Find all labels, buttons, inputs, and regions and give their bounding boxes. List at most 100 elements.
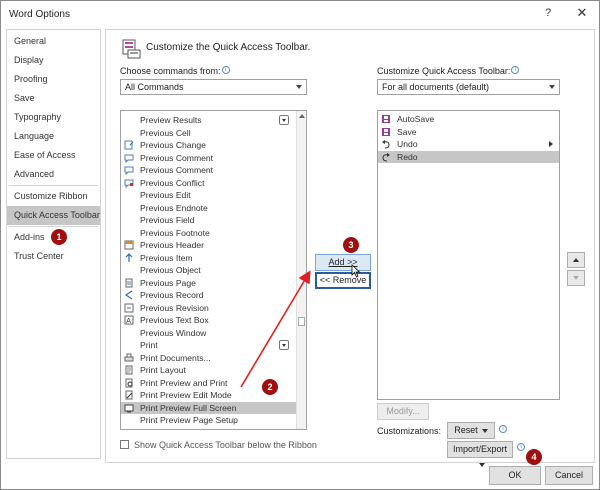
command-item[interactable]: Previous Change bbox=[121, 139, 297, 152]
nav-item-display[interactable]: Display bbox=[7, 51, 100, 70]
previous-change-icon bbox=[124, 140, 134, 150]
customize-qat-select[interactable]: For all documents (default) bbox=[377, 79, 560, 95]
command-item[interactable]: Print bbox=[121, 339, 297, 352]
arrow-up-icon bbox=[573, 258, 579, 262]
mouse-cursor-icon bbox=[351, 264, 361, 278]
command-item[interactable]: Print Preview Full Screen bbox=[121, 401, 297, 414]
window-title: Word Options bbox=[9, 9, 70, 20]
nav-item-ease-of-access[interactable]: Ease of Access bbox=[7, 146, 100, 165]
nav-item-general[interactable]: General bbox=[7, 32, 100, 51]
quick-access-toolbar-icon bbox=[122, 39, 141, 59]
command-item[interactable]: Previous Record bbox=[121, 289, 297, 302]
scroll-thumb[interactable] bbox=[298, 317, 305, 326]
command-item[interactable]: Preview Results bbox=[121, 114, 297, 127]
command-item-label: Previous Header bbox=[140, 240, 205, 250]
chevron-right-icon bbox=[549, 141, 553, 147]
command-item[interactable]: Previous Header bbox=[121, 239, 297, 252]
command-item-label: Previous Comment bbox=[140, 152, 214, 163]
print-preview-icon bbox=[125, 378, 133, 387]
qat-item[interactable]: Redo bbox=[378, 150, 559, 163]
command-item[interactable]: Previous Comment bbox=[121, 152, 297, 165]
command-item-label: Previous Endnote bbox=[140, 202, 208, 213]
command-item[interactable]: Previous Revision bbox=[121, 302, 297, 315]
command-item[interactable]: A Previous Text Box bbox=[121, 314, 297, 327]
command-item[interactable]: Previous Comment bbox=[121, 164, 297, 177]
commands-list[interactable]: Print Setup Print Preview Page Setup Print… bbox=[120, 110, 307, 430]
arrow-down-icon bbox=[573, 276, 579, 280]
print-icon bbox=[124, 353, 134, 361]
cancel-button[interactable]: Cancel bbox=[545, 466, 593, 485]
redo-icon bbox=[382, 152, 390, 161]
qat-list[interactable]: AutoSave Save Undo Redo bbox=[377, 110, 560, 400]
record-icon bbox=[124, 290, 133, 300]
command-item-label: Previous Comment bbox=[140, 165, 214, 175]
nav-item-save[interactable]: Save bbox=[7, 89, 100, 108]
qat-item-label: AutoSave bbox=[397, 114, 435, 124]
command-item[interactable]: Previous Page bbox=[121, 277, 297, 290]
show-below-ribbon-checkbox[interactable] bbox=[120, 440, 129, 449]
command-item-label: Previous Cell bbox=[140, 127, 191, 138]
nav-item-quick-access-toolbar[interactable]: Quick Access Toolbar bbox=[7, 206, 100, 225]
command-item[interactable]: Previous Conflict bbox=[121, 177, 297, 190]
command-item[interactable]: Previous Field bbox=[121, 214, 297, 227]
nav-item-language[interactable]: Language bbox=[7, 127, 100, 146]
command-item-label: Previous Item bbox=[140, 252, 193, 263]
move-up-button[interactable] bbox=[567, 252, 585, 268]
command-item[interactable]: Previous Window bbox=[121, 327, 297, 340]
revision-icon bbox=[124, 303, 134, 312]
command-item-label: Previous Record bbox=[140, 290, 204, 300]
qat-item[interactable]: Undo bbox=[378, 138, 559, 151]
nav-divider bbox=[9, 185, 98, 186]
command-item[interactable]: Previous Cell bbox=[121, 127, 297, 140]
qat-item[interactable]: Save bbox=[378, 126, 559, 139]
qat-item[interactable]: AutoSave bbox=[378, 113, 559, 126]
submenu-indicator-icon bbox=[279, 340, 289, 350]
customize-qat-label: Customize Quick Access Toolbar: i bbox=[377, 66, 520, 76]
command-item[interactable]: Print Layout bbox=[121, 364, 297, 377]
close-button[interactable]: ✕ bbox=[575, 5, 589, 21]
import-export-button[interactable]: Import/Export bbox=[447, 441, 513, 467]
scroll-up-icon[interactable] bbox=[299, 114, 305, 118]
nav-item-proofing[interactable]: Proofing bbox=[7, 70, 100, 89]
command-item[interactable]: Print Setup bbox=[121, 427, 297, 430]
command-item[interactable]: Previous Footnote bbox=[121, 227, 297, 240]
choose-commands-select[interactable]: All Commands bbox=[120, 79, 307, 95]
annotation-badge-3: 3 bbox=[343, 237, 359, 253]
command-item-label: Previous Revision bbox=[140, 302, 209, 313]
remove-button[interactable]: << Remove bbox=[315, 272, 371, 289]
reset-button[interactable]: Reset bbox=[447, 422, 495, 439]
command-item-label: Print Preview Full Screen bbox=[140, 402, 237, 413]
conflict-icon bbox=[124, 179, 134, 188]
comment-icon bbox=[124, 166, 134, 175]
ok-button[interactable]: OK bbox=[489, 466, 541, 485]
move-down-button[interactable] bbox=[567, 270, 585, 286]
choose-commands-label: Choose commands from: i bbox=[120, 66, 230, 76]
nav-item-typography[interactable]: Typography bbox=[7, 108, 100, 127]
page-icon bbox=[125, 278, 133, 287]
command-item[interactable]: Print Preview Page Setup bbox=[121, 414, 297, 427]
qat-item-label: Redo bbox=[397, 151, 418, 162]
nav-item-customize-ribbon[interactable]: Customize Ribbon bbox=[7, 187, 100, 206]
command-item[interactable]: Previous Edit bbox=[121, 189, 297, 202]
commands-scrollbar[interactable] bbox=[296, 111, 306, 429]
command-item-label: Previous Object bbox=[140, 265, 201, 275]
command-item[interactable]: Previous Object bbox=[121, 264, 297, 277]
command-item[interactable]: Previous Item bbox=[121, 252, 297, 265]
command-item-label: Previous Edit bbox=[140, 190, 191, 200]
nav-item-advanced[interactable]: Advanced bbox=[7, 165, 100, 184]
modify-button[interactable]: Modify... bbox=[377, 403, 429, 420]
command-item-label: Print Preview Edit Mode bbox=[140, 390, 232, 400]
nav-item-trust-center[interactable]: Trust Center bbox=[7, 247, 100, 266]
add-button[interactable]: Add >> bbox=[315, 254, 371, 271]
edit-mode-icon bbox=[125, 390, 133, 400]
help-button[interactable]: ? bbox=[541, 7, 555, 19]
qat-item-label: Undo bbox=[397, 139, 418, 149]
customize-qat-value: For all documents (default) bbox=[382, 82, 490, 92]
info-icon: i bbox=[499, 425, 507, 433]
title-bar: Word Options ? ✕ bbox=[1, 1, 599, 27]
chevron-down-icon bbox=[549, 85, 555, 89]
choose-commands-value: All Commands bbox=[125, 82, 184, 92]
command-item-label: Previous Change bbox=[140, 140, 206, 150]
command-item[interactable]: Previous Endnote bbox=[121, 202, 297, 215]
command-item[interactable]: Print Documents... bbox=[121, 352, 297, 365]
